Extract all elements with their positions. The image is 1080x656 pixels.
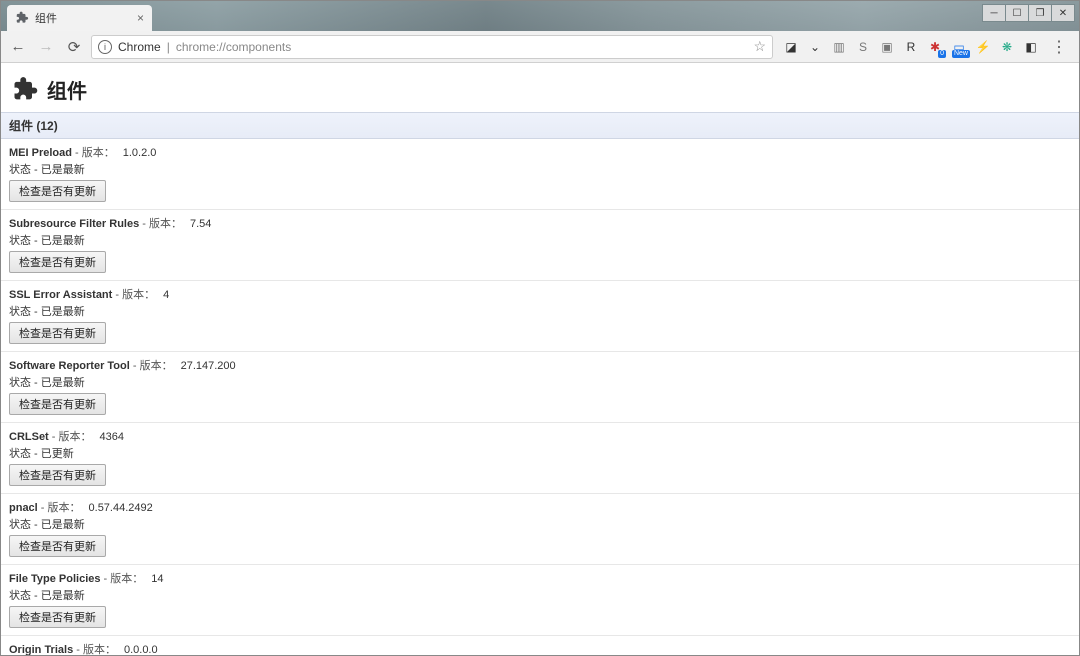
- component-status: 状态 - 已是最新: [9, 232, 1071, 248]
- check-update-button[interactable]: 检查是否有更新: [9, 606, 106, 628]
- component-name: Software Reporter Tool: [9, 360, 130, 372]
- component-row: Origin Trials - 版本：0.0.0.0状态 - 已是最新检查是否有…: [1, 636, 1079, 655]
- component-status: 状态 - 已是最新: [9, 161, 1071, 177]
- maximize-button[interactable]: ☐: [1005, 4, 1029, 22]
- component-name: pnacl: [9, 502, 38, 514]
- forward-button[interactable]: →: [35, 36, 57, 58]
- page-header: 组件: [1, 63, 1079, 112]
- page-content: 组件 组件 (12) MEI Preload - 版本：1.0.2.0状态 - …: [1, 63, 1079, 655]
- version-label: 版本：: [48, 502, 81, 514]
- ext-icon-new[interactable]: ▭: [951, 39, 967, 55]
- window-titlebar: 组件 × ─ ☐ ❐ ✕: [1, 1, 1079, 31]
- ext-icon-1[interactable]: ◪: [783, 39, 799, 55]
- minimize-button[interactable]: ─: [982, 4, 1006, 22]
- component-status: 状态 - 已是最新: [9, 516, 1071, 532]
- version-label: 版本：: [82, 147, 115, 159]
- check-update-button[interactable]: 检查是否有更新: [9, 464, 106, 486]
- component-name: MEI Preload: [9, 147, 72, 159]
- check-update-button[interactable]: 检查是否有更新: [9, 180, 106, 202]
- browser-toolbar: ← → ⟳ i Chrome | chrome://components ☆ ◪…: [1, 31, 1079, 63]
- component-row: MEI Preload - 版本：1.0.2.0状态 - 已是最新检查是否有更新: [1, 139, 1079, 210]
- check-update-button[interactable]: 检查是否有更新: [9, 322, 106, 344]
- component-version: 27.147.200: [181, 360, 236, 372]
- component-version: 4: [163, 289, 169, 301]
- components-section-header: 组件 (12): [1, 112, 1079, 139]
- check-update-button[interactable]: 检查是否有更新: [9, 393, 106, 415]
- component-version: 4364: [100, 431, 124, 443]
- component-name: File Type Policies: [9, 573, 101, 585]
- component-status: 状态 - 已更新: [9, 445, 1071, 461]
- back-button[interactable]: ←: [7, 36, 29, 58]
- evernote-icon[interactable]: ❋: [999, 39, 1015, 55]
- url-sep: |: [167, 40, 170, 54]
- page-title: 组件: [47, 75, 87, 104]
- url-path: chrome://components: [176, 40, 291, 54]
- ext-icon-bolt[interactable]: ⚡: [975, 39, 991, 55]
- component-version: 0.57.44.2492: [89, 502, 153, 514]
- component-version: 7.54: [190, 218, 211, 230]
- component-name: SSL Error Assistant: [9, 289, 112, 301]
- extension-icon: [11, 76, 39, 104]
- component-version: 1.0.2.0: [123, 147, 157, 159]
- component-row: SSL Error Assistant - 版本：4状态 - 已是最新检查是否有…: [1, 281, 1079, 352]
- extension-icon: [15, 11, 29, 25]
- window-controls: ─ ☐ ❐ ✕: [982, 4, 1075, 22]
- tab-title: 组件: [35, 10, 57, 26]
- ext-icon-bug[interactable]: ✱: [927, 39, 943, 55]
- ext-icon-4[interactable]: S: [855, 39, 871, 55]
- component-row: Subresource Filter Rules - 版本：7.54状态 - 已…: [1, 210, 1079, 281]
- component-name: Origin Trials: [9, 644, 73, 655]
- browser-menu-button[interactable]: ⋮: [1045, 37, 1073, 57]
- address-bar[interactable]: i Chrome | chrome://components ☆: [91, 35, 773, 59]
- component-status: 状态 - 已是最新: [9, 303, 1071, 319]
- pocket-icon[interactable]: ⌄: [807, 39, 823, 55]
- ext-icon-5[interactable]: ▣: [879, 39, 895, 55]
- bookmark-star-icon[interactable]: ☆: [753, 38, 766, 55]
- ext-icon-r[interactable]: R: [903, 39, 919, 55]
- check-update-button[interactable]: 检查是否有更新: [9, 535, 106, 557]
- close-window-button[interactable]: ✕: [1051, 4, 1075, 22]
- component-row: Software Reporter Tool - 版本：27.147.200状态…: [1, 352, 1079, 423]
- extension-icons: ◪ ⌄ ▥ S ▣ R ✱ ▭ ⚡ ❋ ◧: [779, 39, 1039, 55]
- site-info-icon[interactable]: i: [98, 40, 112, 54]
- restore-button[interactable]: ❐: [1028, 4, 1052, 22]
- component-status: 状态 - 已是最新: [9, 587, 1071, 603]
- browser-tab[interactable]: 组件 ×: [7, 5, 152, 31]
- check-update-button[interactable]: 检查是否有更新: [9, 251, 106, 273]
- ext-icon-3[interactable]: ▥: [831, 39, 847, 55]
- version-label: 版本：: [83, 644, 116, 655]
- component-name: CRLSet: [9, 431, 49, 443]
- components-list: MEI Preload - 版本：1.0.2.0状态 - 已是最新检查是否有更新…: [1, 139, 1079, 655]
- version-label: 版本：: [149, 218, 182, 230]
- version-label: 版本：: [122, 289, 155, 301]
- component-version: 14: [151, 573, 163, 585]
- component-row: File Type Policies - 版本：14状态 - 已是最新检查是否有…: [1, 565, 1079, 636]
- component-row: CRLSet - 版本：4364状态 - 已更新检查是否有更新: [1, 423, 1079, 494]
- component-version: 0.0.0.0: [124, 644, 158, 655]
- component-row: pnacl - 版本：0.57.44.2492状态 - 已是最新检查是否有更新: [1, 494, 1079, 565]
- titlebar-bg: [1, 1, 1079, 31]
- reload-button[interactable]: ⟳: [63, 36, 85, 58]
- version-label: 版本：: [140, 360, 173, 372]
- close-tab-icon[interactable]: ×: [137, 11, 144, 25]
- ext-icon-11[interactable]: ◧: [1023, 39, 1039, 55]
- component-name: Subresource Filter Rules: [9, 218, 139, 230]
- version-label: 版本：: [59, 431, 92, 443]
- url-host: Chrome: [118, 40, 161, 54]
- component-status: 状态 - 已是最新: [9, 374, 1071, 390]
- version-label: 版本：: [110, 573, 143, 585]
